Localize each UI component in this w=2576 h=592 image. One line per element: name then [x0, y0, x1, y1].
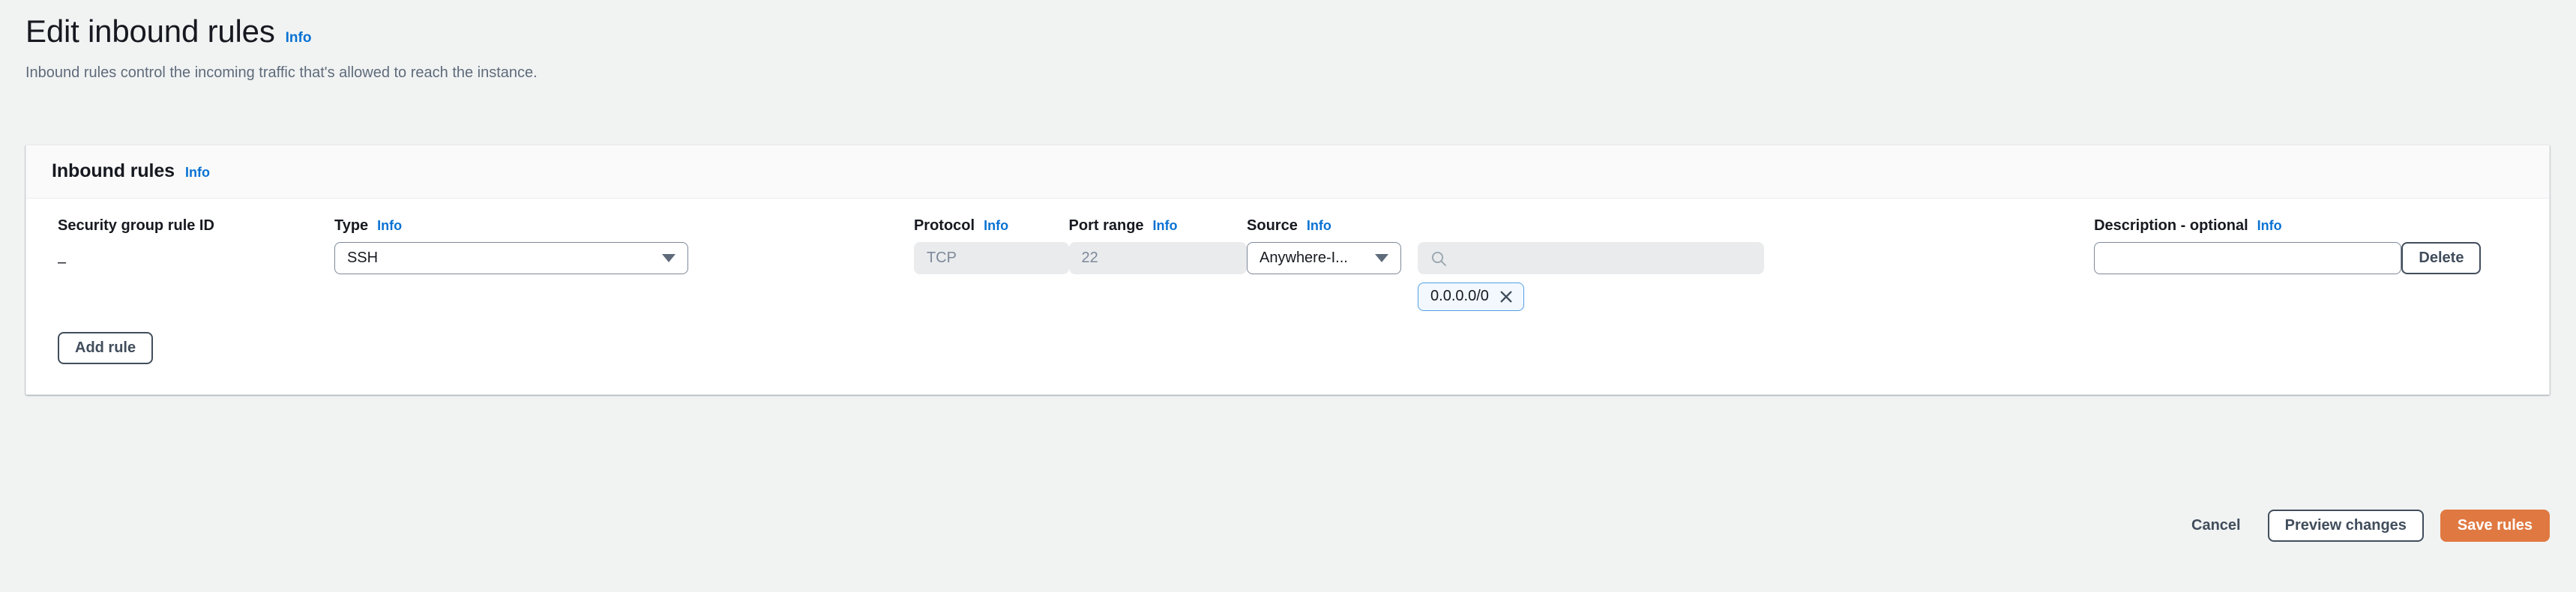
protocol-value: TCP [926, 250, 957, 266]
close-icon[interactable] [1499, 290, 1513, 303]
port-range-field: 22 [1068, 242, 1248, 274]
add-rule-button[interactable]: Add rule [58, 332, 154, 364]
cell-security-group-rule-id: – [26, 242, 334, 317]
table-header-row: Security group rule ID Type Info Protoco [26, 199, 2549, 242]
panel-info-link[interactable]: Info [185, 165, 210, 181]
save-rules-button[interactable]: Save rules [2440, 510, 2550, 542]
column-header-protocol: Protocol Info [914, 199, 1069, 242]
column-header-source: Source Info [1247, 199, 2094, 242]
chevron-down-icon [1375, 254, 1389, 262]
page-title-row: Edit inbound rules Info [25, 13, 2576, 49]
search-icon [1431, 251, 1446, 266]
table-head: Security group rule ID Type Info Protoco [26, 199, 2549, 242]
delete-rule-button[interactable]: Delete [2401, 242, 2482, 274]
source-token-label: 0.0.0.0/0 [1430, 288, 1489, 304]
protocol-field: TCP [913, 242, 1069, 274]
footer-actions: Cancel Preview changes Save rules [25, 510, 2550, 542]
cell-source: Anywhere-I... 0.0.0.0/0 [1247, 242, 2094, 317]
column-label: Source [1247, 217, 1298, 234]
column-header-type: Type Info [334, 199, 914, 242]
page-title: Edit inbound rules [25, 13, 275, 49]
column-label: Description - optional [2094, 217, 2248, 234]
protocol-info-link[interactable]: Info [984, 218, 1008, 234]
column-header-description: Description - optional Info [2094, 199, 2401, 242]
chevron-down-icon [661, 254, 675, 262]
column-header-security-group-rule-id: Security group rule ID [26, 199, 334, 242]
page-header: Edit inbound rules Info Inbound rules co… [0, 0, 2576, 83]
inbound-rules-panel: Inbound rules Info Security group rule I… [25, 145, 2550, 395]
cell-type: SSH [334, 242, 914, 317]
port-range-info-link[interactable]: Info [1153, 218, 1178, 234]
inbound-rules-table: Security group rule ID Type Info Protoco [26, 199, 2549, 317]
source-token-list: 0.0.0.0/0 [1418, 283, 2094, 311]
column-label: Protocol [913, 217, 975, 234]
type-select-value: SSH [346, 250, 379, 266]
page-description: Inbound rules control the incoming traff… [25, 64, 538, 82]
port-range-value: 22 [1081, 250, 1098, 266]
description-input[interactable] [2094, 242, 2402, 274]
cell-description [2094, 242, 2402, 317]
panel-title: Inbound rules [52, 160, 175, 181]
source-controls: Anywhere-I... [1247, 242, 2094, 274]
column-label: Port range [1068, 217, 1144, 234]
cell-delete: Delete [2401, 242, 2549, 317]
source-type-select-value: Anywhere-I... [1260, 250, 1348, 266]
security-group-rule-id-value: – [58, 254, 67, 271]
source-type-select[interactable]: Anywhere-I... [1247, 242, 1402, 274]
column-header-actions [2401, 199, 2549, 242]
source-token[interactable]: 0.0.0.0/0 [1418, 283, 1524, 311]
cancel-button[interactable]: Cancel [2181, 510, 2251, 542]
table-row: – SSH TCP 22 Anywhere-I... 0.0.0.0/0 Del… [26, 242, 2549, 317]
panel-body: Security group rule ID Type Info Protoco [26, 199, 2549, 394]
edit-inbound-rules-page: Edit inbound rules Info Inbound rules co… [0, 0, 2576, 592]
preview-changes-button[interactable]: Preview changes [2267, 510, 2424, 542]
source-info-link[interactable]: Info [1307, 218, 1331, 234]
panel-header: Inbound rules Info [26, 145, 2549, 199]
add-rule-container: Add rule [26, 317, 2549, 364]
column-header-port-range: Port range Info [1069, 199, 1248, 242]
table-body: – SSH TCP 22 Anywhere-I... 0.0.0.0/0 Del… [26, 242, 2549, 317]
description-info-link[interactable]: Info [2257, 218, 2282, 234]
type-select[interactable]: SSH [334, 242, 688, 274]
page-title-info-link[interactable]: Info [286, 30, 312, 46]
type-info-link[interactable]: Info [377, 218, 402, 234]
column-label: Security group rule ID [58, 217, 214, 234]
source-search-input [1418, 242, 1765, 274]
column-label: Type [334, 217, 369, 234]
cell-port-range: 22 [1068, 242, 1248, 317]
cell-protocol: TCP [913, 242, 1069, 317]
